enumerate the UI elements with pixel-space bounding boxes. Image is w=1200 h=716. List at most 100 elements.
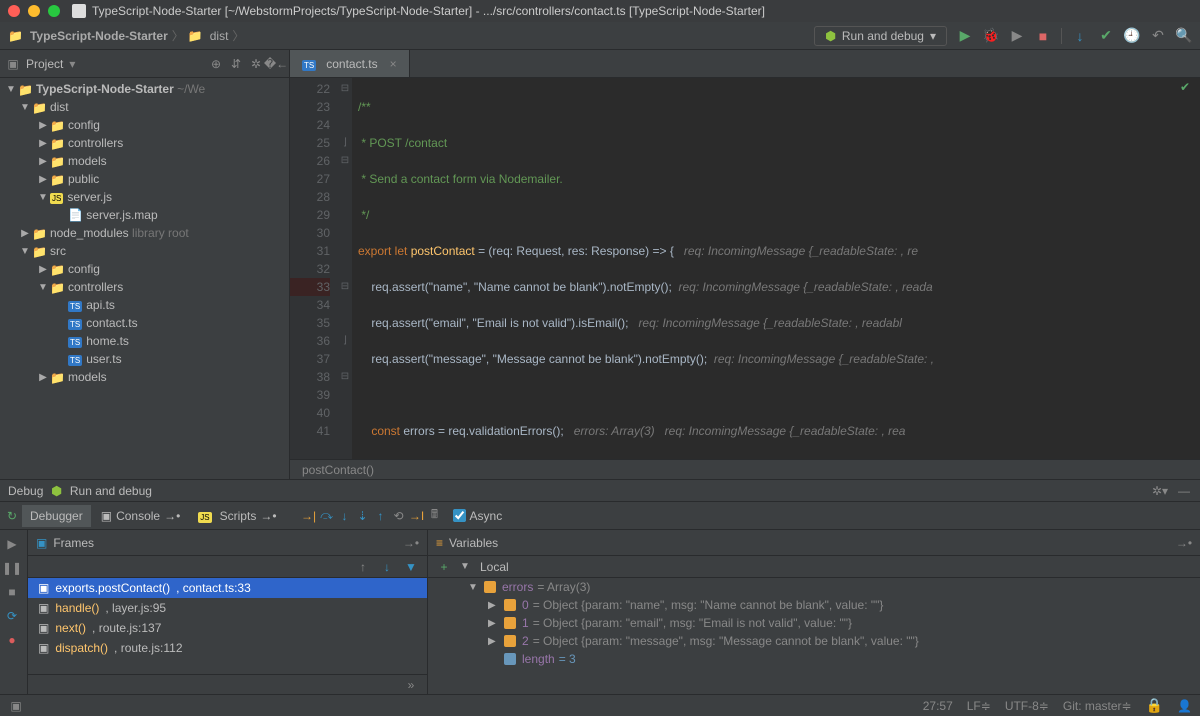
tree-public[interactable]: ▶public <box>0 170 289 188</box>
breadcrumb-dist[interactable]: dist <box>188 28 229 43</box>
tree-serverjs[interactable]: ▼server.js <box>0 188 289 206</box>
tree-src-models[interactable]: ▶models <box>0 368 289 386</box>
drop-frame-button[interactable]: ⟲ <box>391 508 407 524</box>
tree-root[interactable]: ▼TypeScript-Node-Starter ~/We <box>0 80 289 98</box>
var-errors-2[interactable]: ▶2 = Object {param: "message", msg: "Mes… <box>428 632 1200 650</box>
mute-breakpoints-button[interactable]: ● <box>4 632 20 648</box>
stop-debug-button[interactable]: ■ <box>4 584 20 600</box>
git-branch[interactable]: Git: master≑ <box>1063 699 1132 713</box>
hide-icon[interactable]: �← <box>269 57 283 71</box>
minimize-window[interactable] <box>28 5 40 17</box>
vcs-history-button[interactable]: 🕘 <box>1124 28 1140 44</box>
tree-serverjsmap[interactable]: 📄 server.js.map <box>0 206 289 224</box>
stop-button[interactable]: ■ <box>1035 28 1051 44</box>
hide-panel-icon[interactable]: — <box>1176 483 1192 499</box>
gear-icon[interactable]: ✲▾ <box>1152 483 1168 499</box>
code-text[interactable]: /** * POST /contact * Send a contact for… <box>352 78 1200 459</box>
tree-user-ts[interactable]: user.ts <box>0 350 289 368</box>
debug-left-toolbar: ▶ ❚❚ ■ ⟳ ● <box>0 530 28 694</box>
caret-position[interactable]: 27:57 <box>923 699 953 713</box>
var-errors-0[interactable]: ▶0 = Object {param: "name", msg: "Name c… <box>428 596 1200 614</box>
tab-scripts[interactable]: Scripts→• <box>190 505 284 527</box>
breadcrumb-root[interactable]: TypeScript-Node-Starter <box>8 28 168 43</box>
tree-src[interactable]: ▼src <box>0 242 289 260</box>
settings-icon[interactable]: ✲ <box>249 57 263 71</box>
tool-windows-icon[interactable]: ▣ <box>8 698 24 714</box>
run-config-selector[interactable]: ⬢ Run and debug ▾ <box>814 26 947 46</box>
variables-title: Variables <box>449 536 498 550</box>
tab-debugger[interactable]: Debugger <box>22 505 91 527</box>
tree-node-modules[interactable]: ▶node_modules library root <box>0 224 289 242</box>
tree-home-ts[interactable]: home.ts <box>0 332 289 350</box>
tree-controllers[interactable]: ▶controllers <box>0 134 289 152</box>
close-tab-icon[interactable]: × <box>390 57 397 71</box>
variables-icon: ≡ <box>436 536 443 550</box>
step-out-button[interactable]: ↑ <box>373 508 389 524</box>
filter-icon[interactable]: ▼ <box>403 559 419 575</box>
tree-api-ts[interactable]: api.ts <box>0 296 289 314</box>
tab-contact-ts[interactable]: contact.ts× <box>290 50 410 77</box>
new-watch-button[interactable]: + <box>436 559 452 575</box>
editor-breadcrumb[interactable]: postContact() <box>290 459 1200 479</box>
tree-src-config[interactable]: ▶config <box>0 260 289 278</box>
pause-button[interactable]: ❚❚ <box>4 560 20 576</box>
fold-column[interactable]: ⊟⌋⊟⊟⌋⊟ <box>338 78 352 459</box>
next-frame-button[interactable]: ↓ <box>379 559 395 575</box>
close-window[interactable] <box>8 5 20 17</box>
maximize-window[interactable] <box>48 5 60 17</box>
stack-frame[interactable]: ▣handle(), layer.js:95 <box>28 598 427 618</box>
tab-console[interactable]: ▣Console→• <box>93 505 189 527</box>
tree-dist[interactable]: ▼dist <box>0 98 289 116</box>
search-everywhere-button[interactable]: 🔍 <box>1176 28 1192 44</box>
debug-button[interactable]: 🐞 <box>983 28 999 44</box>
coverage-button[interactable]: ▶ <box>1009 28 1025 44</box>
debug-title: Debug <box>8 484 43 498</box>
scope-local[interactable]: Local <box>480 560 509 574</box>
evaluate-button[interactable]: 🖩 <box>427 508 443 524</box>
breadcrumbs: TypeScript-Node-Starter 〉 dist 〉 <box>8 27 244 44</box>
prev-frame-button[interactable]: ↑ <box>355 559 371 575</box>
tree-contact-ts[interactable]: contact.ts <box>0 314 289 332</box>
async-checkbox[interactable]: Async <box>453 509 503 523</box>
tree-config[interactable]: ▶config <box>0 116 289 134</box>
var-errors[interactable]: ▼errors = Array(3) <box>428 578 1200 596</box>
force-step-into-button[interactable]: ⇣ <box>355 508 371 524</box>
vcs-revert-button[interactable]: ↶ <box>1150 28 1166 44</box>
vcs-commit-button[interactable]: ✔ <box>1098 28 1114 44</box>
project-view-icon[interactable]: ▣ <box>6 57 20 71</box>
project-sidebar: ▣ Project ▾ ⊕ ⇵ ✲ �← ▼TypeScript-Node-St… <box>0 50 290 479</box>
frames-panel: ▣ Frames →• ↑ ↓ ▼ ▣exports.postContact()… <box>28 530 428 694</box>
inspection-ok-icon[interactable]: ✔ <box>1180 80 1190 94</box>
locate-icon[interactable]: ⊕ <box>209 57 223 71</box>
stack-frame[interactable]: ▣exports.postContact(), contact.ts:33 <box>28 578 427 598</box>
lock-icon[interactable]: 🔒 <box>1146 697 1163 714</box>
code-area[interactable]: 2223242526272829303132333435363738394041… <box>290 78 1200 459</box>
project-tree[interactable]: ▼TypeScript-Node-Starter ~/We ▼dist ▶con… <box>0 78 289 479</box>
show-execution-point[interactable]: →| <box>301 508 317 524</box>
gutter[interactable]: 2223242526272829303132333435363738394041 <box>290 78 338 459</box>
var-errors-1[interactable]: ▶1 = Object {param: "email", msg: "Email… <box>428 614 1200 632</box>
more-icon[interactable]: →• <box>1176 535 1192 551</box>
var-length[interactable]: length = 3 <box>428 650 1200 668</box>
chevron-down-icon[interactable]: ▾ <box>69 57 75 71</box>
line-ending[interactable]: LF≑ <box>967 699 991 713</box>
project-panel-title[interactable]: Project <box>26 57 63 71</box>
view-breakpoints-button[interactable]: ⟳ <box>4 608 20 624</box>
run-to-cursor-button[interactable]: →I <box>409 508 425 524</box>
more-icon[interactable]: →• <box>403 535 419 551</box>
resume-button[interactable]: ▶ <box>4 536 20 552</box>
inspector-icon[interactable]: 👤 <box>1177 699 1192 713</box>
step-into-button[interactable]: ↓ <box>337 508 353 524</box>
tree-src-controllers[interactable]: ▼controllers <box>0 278 289 296</box>
collapse-icon[interactable]: ⇵ <box>229 57 243 71</box>
run-button[interactable]: ▶ <box>957 28 973 44</box>
stack-frame[interactable]: ▣next(), route.js:137 <box>28 618 427 638</box>
vcs-update-button[interactable]: ↓ <box>1072 28 1088 44</box>
stack-frame[interactable]: ▣dispatch(), route.js:112 <box>28 638 427 658</box>
thread-icon: ▣ <box>36 536 47 550</box>
step-over-button[interactable]: ⤼ <box>319 508 335 524</box>
encoding[interactable]: UTF-8≑ <box>1005 699 1049 713</box>
more-frames-icon[interactable]: » <box>403 677 419 693</box>
rerun-button[interactable]: ↻ <box>4 508 20 524</box>
tree-models[interactable]: ▶models <box>0 152 289 170</box>
